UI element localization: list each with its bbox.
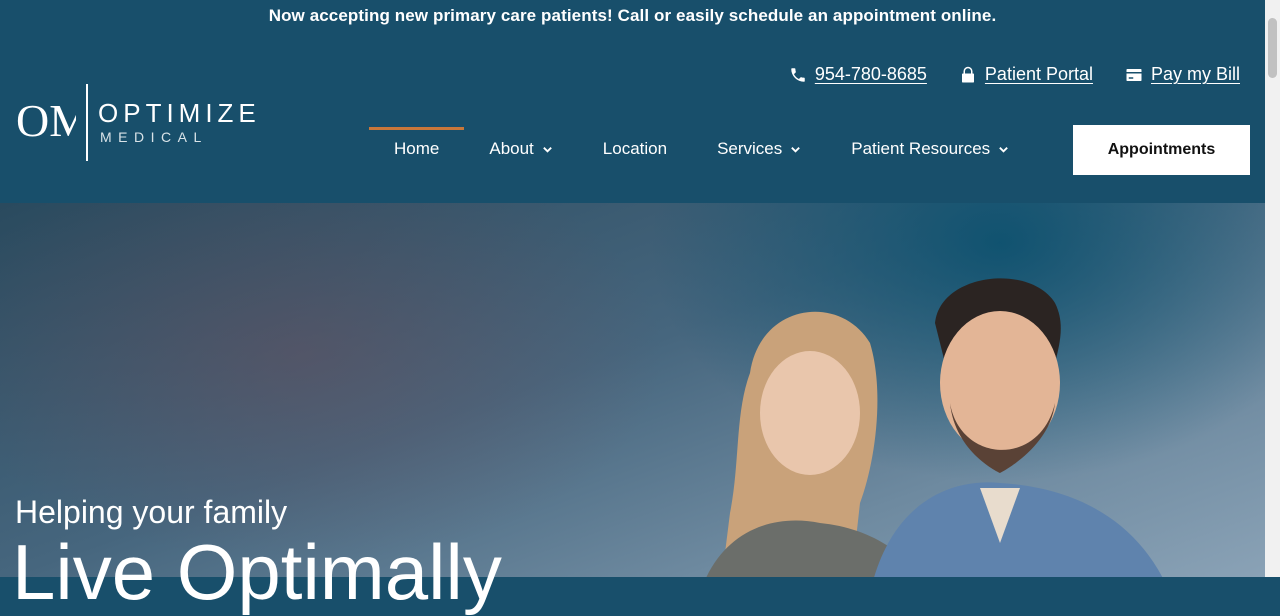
nav-item-about[interactable]: About xyxy=(464,127,577,171)
chevron-down-icon xyxy=(791,146,801,153)
pay-bill-label: Pay my Bill xyxy=(1150,64,1240,84)
phone-number: 954-780-8685 xyxy=(814,64,927,84)
patient-portal-link[interactable]: Patient Portal xyxy=(959,64,1093,85)
logo-mark-icon: OM xyxy=(16,95,76,146)
logo-wordmark-line1: OPTIMIZE xyxy=(98,98,261,128)
logo-divider xyxy=(86,84,88,161)
site-logo[interactable]: OM OPTIMIZE MEDICAL xyxy=(16,84,266,164)
phone-icon xyxy=(791,67,805,82)
nav-label: About xyxy=(489,139,534,158)
nav-item-location[interactable]: Location xyxy=(578,127,692,171)
patient-portal-label: Patient Portal xyxy=(984,64,1093,84)
nav-label: Patient Resources xyxy=(851,139,991,158)
appointments-button[interactable]: Appointments xyxy=(1073,125,1250,175)
nav-item-patient-resources[interactable]: Patient Resources xyxy=(826,127,1034,171)
hero-couple-image xyxy=(706,278,1163,577)
lock-icon xyxy=(961,66,974,82)
phone-link[interactable]: 954-780-8685 xyxy=(789,64,927,85)
scrollbar-thumb[interactable] xyxy=(1268,18,1277,78)
chevron-down-icon xyxy=(999,146,1008,153)
svg-text:OM: OM xyxy=(16,95,76,146)
announcement-bar: Now accepting new primary care patients!… xyxy=(268,6,997,25)
logo-wordmark-line2: MEDICAL xyxy=(100,129,208,145)
nav-label: Location xyxy=(602,139,668,158)
nav-label: Home xyxy=(394,139,440,158)
hero-title: Live Optimally xyxy=(12,528,502,616)
chevron-down-icon xyxy=(542,146,552,153)
pay-bill-link[interactable]: Pay my Bill xyxy=(1125,64,1240,85)
nav-label: Services xyxy=(717,139,783,158)
nav-item-home[interactable]: Home xyxy=(369,127,465,171)
page-scrollbar[interactable] xyxy=(1265,0,1280,577)
utility-links: 954-780-8685 Patient Portal Pay my Bill xyxy=(789,64,1240,85)
hero-subtitle-text: Helping your family xyxy=(15,494,288,530)
credit-card-icon xyxy=(1126,68,1142,81)
site-header: Now accepting new primary care patients!… xyxy=(0,0,1265,203)
main-nav: Home About Location Services Patient Res… xyxy=(369,127,1034,171)
nav-item-services[interactable]: Services xyxy=(692,127,826,171)
